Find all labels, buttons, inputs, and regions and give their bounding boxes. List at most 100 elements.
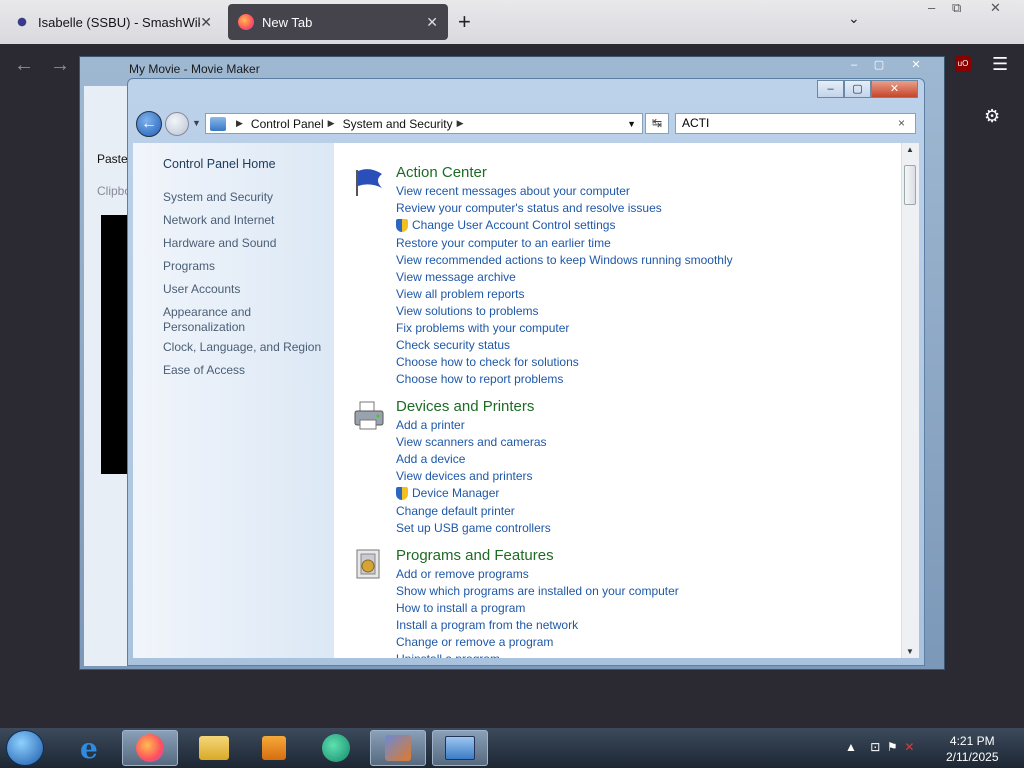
control-panel-icon — [210, 116, 226, 131]
forward-button[interactable]: → — [50, 54, 70, 77]
link[interactable]: Choose how to report problems — [396, 372, 563, 386]
link[interactable]: Add a device — [396, 452, 465, 466]
browser-tab[interactable]: Isabelle (SSBU) - SmashWiki, th ✕ — [4, 4, 222, 40]
nav-ease-of-access[interactable]: Ease of Access — [163, 363, 245, 378]
svg-text:e: e — [80, 733, 98, 763]
clock-time: 4:21 PM — [949, 734, 995, 748]
firefox-icon — [238, 14, 254, 30]
link[interactable]: View solutions to problems — [396, 304, 539, 318]
tab-title: New Tab — [262, 14, 313, 30]
chevron-right-icon[interactable]: ▶ — [328, 118, 335, 129]
link[interactable]: Add a printer — [396, 418, 465, 432]
close-icon[interactable]: ✕ — [426, 14, 438, 31]
browser-restore-button[interactable]: ⧉ — [952, 0, 961, 16]
chevron-right-icon[interactable]: ▶ — [236, 118, 243, 129]
firefox-icon[interactable] — [122, 730, 178, 766]
nav-system-security[interactable]: System and Security — [163, 190, 273, 205]
link[interactable]: Restore your computer to an earlier time — [396, 236, 611, 250]
nav-user-accounts[interactable]: User Accounts — [163, 282, 240, 297]
moviemaker-icon[interactable] — [370, 730, 426, 766]
link[interactable]: Device Manager — [412, 486, 499, 500]
flag-icon — [356, 169, 382, 196]
ie-icon[interactable]: e — [62, 730, 118, 766]
nav-clock-language[interactable]: Clock, Language, and Region — [163, 340, 321, 355]
link[interactable]: Change or remove a program — [396, 635, 553, 649]
smashwiki-icon — [14, 14, 30, 30]
tab-list-button[interactable]: ⌄ — [848, 10, 860, 27]
back-button[interactable]: ← — [136, 111, 162, 137]
link[interactable]: Change default printer — [396, 504, 515, 518]
nav-control-panel-home[interactable]: Control Panel Home — [163, 157, 276, 172]
volume-muted-icon[interactable]: ✕ — [904, 740, 914, 754]
chevron-right-icon[interactable]: ▶ — [457, 118, 464, 129]
chevron-down-icon[interactable]: ▼ — [627, 119, 636, 129]
section-title-action-center[interactable]: Action Center — [396, 164, 487, 181]
link[interactable]: How to install a program — [396, 601, 525, 615]
back-button[interactable]: ← — [14, 54, 34, 77]
mm-minimize-button[interactable]: – — [843, 58, 865, 72]
browser-tab-bar: Isabelle (SSBU) - SmashWiki, th ✕ New Ta… — [0, 0, 1024, 44]
search-input[interactable]: ACTI — [675, 113, 916, 134]
link[interactable]: Add or remove programs — [396, 567, 529, 581]
tab-title: Isabelle (SSBU) - SmashWiki, th — [38, 14, 200, 30]
link[interactable]: View recent messages about your computer — [396, 184, 630, 198]
breadcrumb-system-security[interactable]: System and Security — [343, 117, 453, 131]
link[interactable]: View scanners and cameras — [396, 435, 547, 449]
link[interactable]: View message archive — [396, 270, 516, 284]
shield-icon — [396, 219, 408, 232]
vertical-scrollbar[interactable]: ▲ ▼ — [901, 143, 919, 658]
browser-minimize-button[interactable]: – — [928, 0, 935, 15]
link[interactable]: Choose how to check for solutions — [396, 355, 579, 369]
start-button[interactable] — [6, 730, 44, 766]
video-preview — [101, 215, 129, 474]
scroll-thumb[interactable] — [904, 165, 916, 205]
control-panel-icon[interactable] — [432, 730, 488, 766]
movie-maker-title: My Movie - Movie Maker — [129, 62, 260, 76]
link[interactable]: Review your computer's status and resolv… — [396, 201, 662, 215]
explorer-icon[interactable] — [186, 730, 242, 766]
address-bar[interactable]: ▶ Control Panel ▶ System and Security ▶ … — [205, 113, 643, 134]
mm-close-button[interactable]: ✕ — [905, 58, 927, 72]
browser-close-button[interactable]: ✕ — [990, 0, 1001, 16]
menu-button[interactable]: ☰ — [992, 54, 1008, 75]
taskbar-clock[interactable]: 4:21 PM 2/11/2025 — [946, 733, 999, 765]
link[interactable]: Uninstall a program — [396, 652, 500, 658]
chat-icon[interactable] — [308, 730, 364, 766]
link[interactable]: View recommended actions to keep Windows… — [396, 253, 733, 267]
section-title-devices-printers[interactable]: Devices and Printers — [396, 398, 534, 415]
section-title-programs-features[interactable]: Programs and Features — [396, 547, 554, 564]
nav-programs[interactable]: Programs — [163, 259, 215, 274]
close-icon[interactable]: ✕ — [200, 14, 212, 31]
breadcrumb-control-panel[interactable]: Control Panel — [251, 117, 324, 131]
gear-icon[interactable]: ⚙ — [984, 106, 1000, 127]
nav-hardware-sound[interactable]: Hardware and Sound — [163, 236, 276, 251]
link[interactable]: Show which programs are installed on you… — [396, 584, 679, 598]
link[interactable]: Fix problems with your computer — [396, 321, 569, 335]
link[interactable]: View all problem reports — [396, 287, 525, 301]
mm-maximize-button[interactable]: ▢ — [868, 58, 890, 72]
refresh-button[interactable]: ↹ — [645, 113, 669, 134]
nav-appearance[interactable]: Appearance and Personalization — [163, 305, 273, 335]
cp-close-button[interactable]: ✕ — [871, 80, 918, 98]
link[interactable]: Install a program from the network — [396, 618, 578, 632]
link[interactable]: Check security status — [396, 338, 510, 352]
scroll-down-icon[interactable]: ▼ — [906, 647, 914, 656]
history-dropdown[interactable]: ▼ — [192, 118, 201, 128]
media-icon[interactable] — [246, 730, 302, 766]
nav-network-internet[interactable]: Network and Internet — [163, 213, 274, 228]
paste-button[interactable]: Paste — [97, 152, 128, 166]
cp-maximize-button[interactable]: ▢ — [844, 80, 871, 98]
ublock-icon[interactable]: uO — [955, 56, 971, 72]
system-tray[interactable]: ▲ ⊡ ⚑ ✕ — [845, 740, 914, 754]
browser-tab-active[interactable]: New Tab ✕ — [228, 4, 448, 40]
shield-icon — [396, 487, 408, 500]
link[interactable]: View devices and printers — [396, 469, 533, 483]
new-tab-button[interactable]: + — [458, 8, 471, 36]
clipboard-label: Clipbo — [97, 184, 132, 198]
scroll-up-icon[interactable]: ▲ — [906, 145, 914, 154]
close-icon[interactable]: × — [898, 116, 905, 130]
link[interactable]: Set up USB game controllers — [396, 521, 551, 535]
cp-minimize-button[interactable]: – — [817, 80, 844, 98]
link[interactable]: Change User Account Control settings — [412, 218, 615, 232]
forward-button[interactable] — [165, 112, 189, 136]
